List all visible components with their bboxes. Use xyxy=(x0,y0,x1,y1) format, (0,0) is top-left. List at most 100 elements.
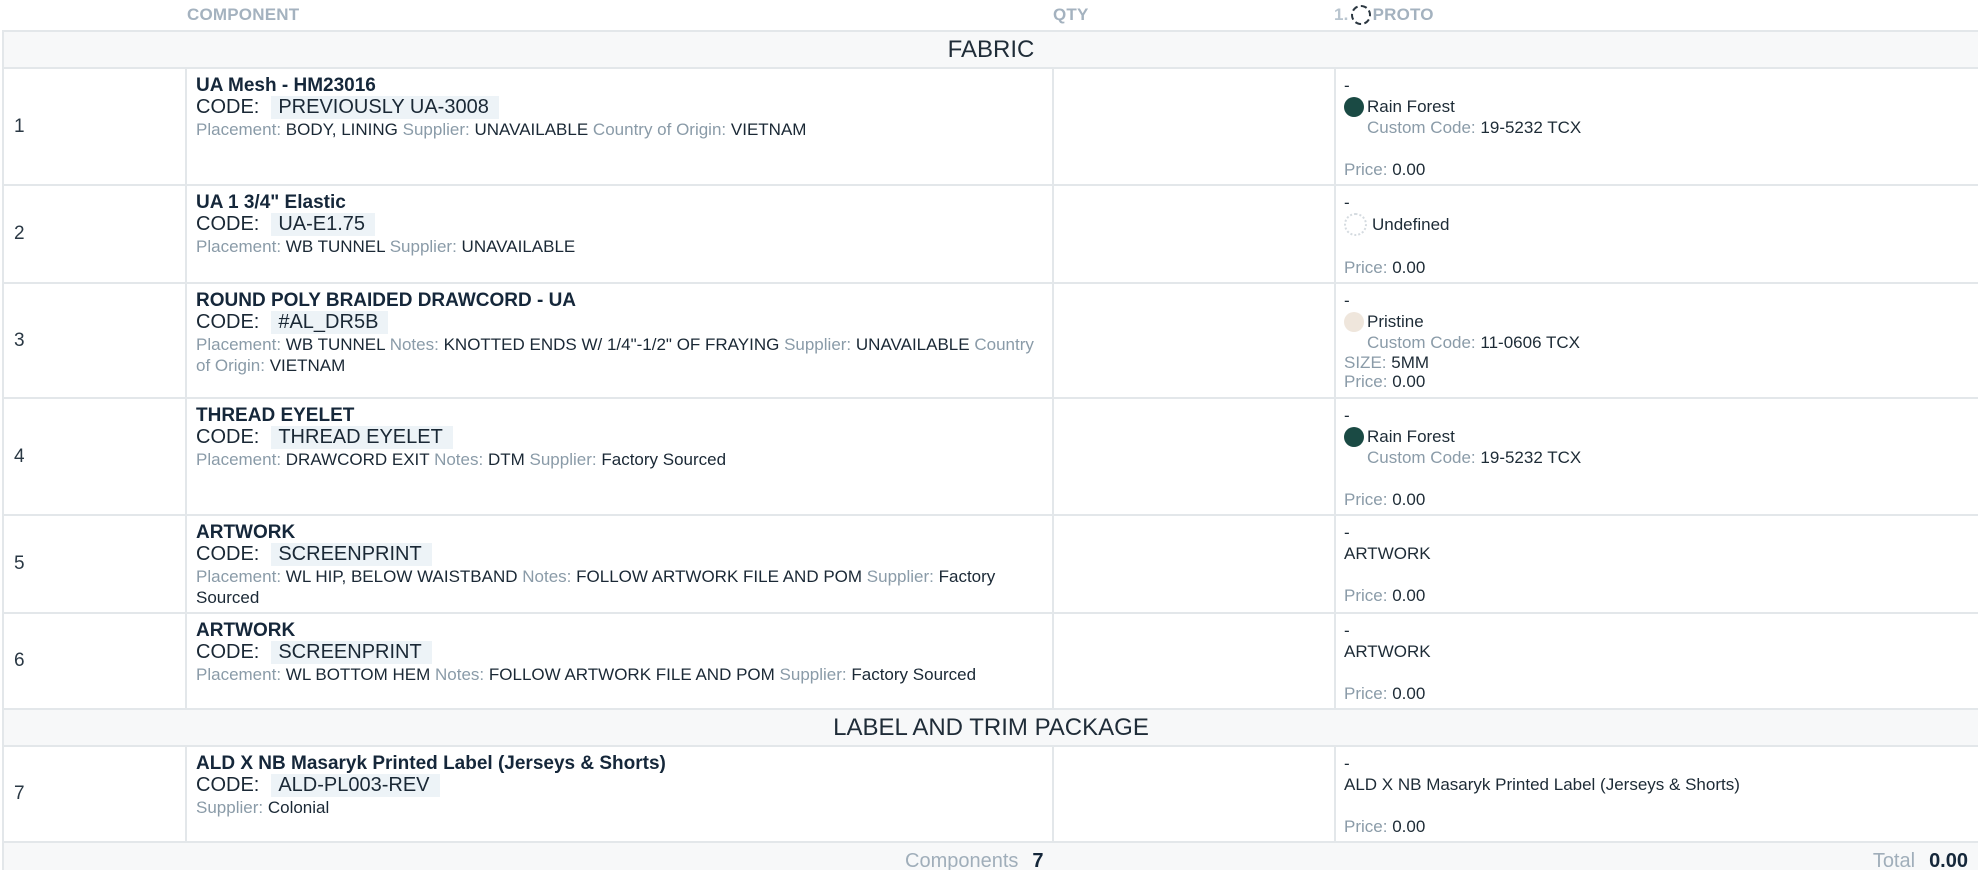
notes-value: KNOTTED ENDS W/ 1/4"-1/2" OF FRAYING xyxy=(443,335,780,354)
price-value: 0.00 xyxy=(1392,372,1426,391)
price-label: Price: xyxy=(1344,160,1388,179)
custom-code-value: 11-0606 TCX xyxy=(1480,333,1580,352)
supplier-label: Supplier: xyxy=(529,450,597,469)
table-row[interactable]: 5 ARTWORK CODE: SCREENPRINT Placement: WL… xyxy=(2,514,1978,614)
component-name: THREAD EYELET xyxy=(196,405,355,426)
row-index: 2 xyxy=(2,184,187,284)
price-value: 0.00 xyxy=(1392,258,1426,277)
price-label: Price: xyxy=(1344,372,1388,391)
code-label: CODE: xyxy=(196,213,260,235)
code-chip: ALD-PL003-REV xyxy=(271,774,440,797)
supplier-label: Supplier: xyxy=(779,665,847,684)
custom-code-label: Custom Code: xyxy=(1367,118,1476,137)
component-cell: ROUND POLY BRAIDED DRAWCORD - UA CODE: #A… xyxy=(185,282,1054,399)
code-label: CODE: xyxy=(196,426,260,448)
components-label: Components xyxy=(905,850,1019,870)
code-label: CODE: xyxy=(196,774,260,796)
price-label: Price: xyxy=(1344,258,1388,277)
notes-label: Notes: xyxy=(389,335,439,354)
qty-cell[interactable] xyxy=(1052,612,1336,710)
table-row[interactable]: 7 ALD X NB Masaryk Printed Label (Jersey… xyxy=(2,745,1978,843)
placement-label: Placement: xyxy=(196,237,282,256)
proto-cell: - Rain Forest Custom Code: 19-5232 TCX P… xyxy=(1334,397,1978,516)
dash: - xyxy=(1344,523,1350,542)
custom-code-label: Custom Code: xyxy=(1367,448,1476,467)
supplier-value: Colonial xyxy=(267,798,330,817)
code-chip: SCREENPRINT xyxy=(271,543,432,566)
component-name: UA 1 3/4" Elastic xyxy=(196,192,346,213)
qty-cell[interactable] xyxy=(1052,514,1336,614)
notes-label: Notes: xyxy=(435,665,485,684)
row-index: 7 xyxy=(2,745,187,843)
code-label: CODE: xyxy=(196,641,260,663)
supplier-label: Supplier: xyxy=(784,335,852,354)
dash: - xyxy=(1344,621,1350,640)
supplier-label: Supplier: xyxy=(402,120,470,139)
placement-label: Placement: xyxy=(196,665,282,684)
section-title-fabric: FABRIC xyxy=(2,30,1978,69)
table-row[interactable]: 1 UA Mesh - HM23016 CODE: PREVIOUSLY UA-3… xyxy=(2,67,1978,186)
proto-description: ARTWORK xyxy=(1344,642,1431,661)
code-label: CODE: xyxy=(196,311,260,333)
column-header-proto[interactable]: 1. PROTO xyxy=(1334,0,1434,30)
country-label: Country of Origin: xyxy=(592,120,727,139)
code-label: CODE: xyxy=(196,543,260,565)
proto-cell: - ARTWORK Price: 0.00 xyxy=(1334,612,1978,710)
component-cell: ARTWORK CODE: SCREENPRINT Placement: WL B… xyxy=(185,612,1054,710)
component-cell: UA 1 3/4" Elastic CODE: UA-E1.75 Placemen… xyxy=(185,184,1054,284)
supplier-label: Supplier: xyxy=(389,237,457,256)
supplier-value: Factory Sourced xyxy=(601,450,727,469)
table-row[interactable]: 3 ROUND POLY BRAIDED DRAWCORD - UA CODE:… xyxy=(2,282,1978,399)
qty-cell[interactable] xyxy=(1052,745,1336,843)
qty-cell[interactable] xyxy=(1052,67,1336,186)
qty-cell[interactable] xyxy=(1052,184,1336,284)
supplier-value: UNAVAILABLE xyxy=(855,335,970,354)
custom-code-value: 19-5232 TCX xyxy=(1480,448,1582,467)
code-chip: #AL_DR5B xyxy=(271,311,389,334)
supplier-label: Supplier: xyxy=(196,798,264,817)
dash: - xyxy=(1344,76,1350,95)
table-row[interactable]: 2 UA 1 3/4" Elastic CODE: UA-E1.75 Placem… xyxy=(2,184,1978,284)
supplier-value: Factory Sourced xyxy=(851,665,977,684)
price-label: Price: xyxy=(1344,817,1388,836)
supplier-value: UNAVAILABLE xyxy=(474,120,589,139)
component-name: ROUND POLY BRAIDED DRAWCORD - UA xyxy=(196,290,577,311)
price-label: Price: xyxy=(1344,684,1388,703)
size-value: 5MM xyxy=(1391,353,1430,372)
placement-value: BODY, LINING xyxy=(285,120,398,139)
dash: - xyxy=(1344,406,1350,425)
component-name: ARTWORK xyxy=(196,522,296,543)
table-row[interactable]: 6 ARTWORK CODE: SCREENPRINT Placement: WL… xyxy=(2,612,1978,710)
code-chip: UA-E1.75 xyxy=(271,213,376,236)
row-index: 1 xyxy=(2,67,187,186)
total-label: Total xyxy=(1872,850,1916,870)
code-chip: SCREENPRINT xyxy=(271,641,432,664)
placement-label: Placement: xyxy=(196,450,282,469)
color-name: Rain Forest xyxy=(1367,427,1455,446)
notes-value: DTM xyxy=(487,450,525,469)
qty-cell[interactable] xyxy=(1052,397,1336,516)
table-row[interactable]: 4 THREAD EYELET CODE: THREAD EYELET Place… xyxy=(2,397,1978,516)
price-value: 0.00 xyxy=(1392,684,1426,703)
notes-value: FOLLOW ARTWORK FILE AND POM xyxy=(576,567,863,586)
column-header-qty: QTY xyxy=(1053,5,1089,24)
code-label: CODE: xyxy=(196,96,260,118)
color-swatch-icon xyxy=(1344,311,1364,332)
component-name: ALD X NB Masaryk Printed Label (Jerseys … xyxy=(196,753,666,774)
placement-value: WB TUNNEL xyxy=(285,335,385,354)
color-swatch-icon xyxy=(1344,96,1364,117)
placement-label: Placement: xyxy=(196,120,282,139)
price-value: 0.00 xyxy=(1392,817,1426,836)
supplier-value: UNAVAILABLE xyxy=(461,237,576,256)
custom-code-value: 19-5232 TCX xyxy=(1480,118,1582,137)
price-label: Price: xyxy=(1344,586,1388,605)
proto-description: ARTWORK xyxy=(1344,544,1431,563)
color-swatch-icon xyxy=(1344,426,1364,447)
component-cell: ALD X NB Masaryk Printed Label (Jerseys … xyxy=(185,745,1054,843)
proto-cell: - Pristine Custom Code: 11-0606 TCX SIZE… xyxy=(1334,282,1978,399)
bom-table: FABRIC 1 UA Mesh - HM23016 CODE: PREVIOUS… xyxy=(2,30,1978,870)
row-index: 3 xyxy=(2,282,187,399)
qty-cell[interactable] xyxy=(1052,282,1336,399)
placement-value: WL HIP, BELOW WAISTBAND xyxy=(285,567,518,586)
proto-cell: - ALD X NB Masaryk Printed Label (Jersey… xyxy=(1334,745,1978,843)
